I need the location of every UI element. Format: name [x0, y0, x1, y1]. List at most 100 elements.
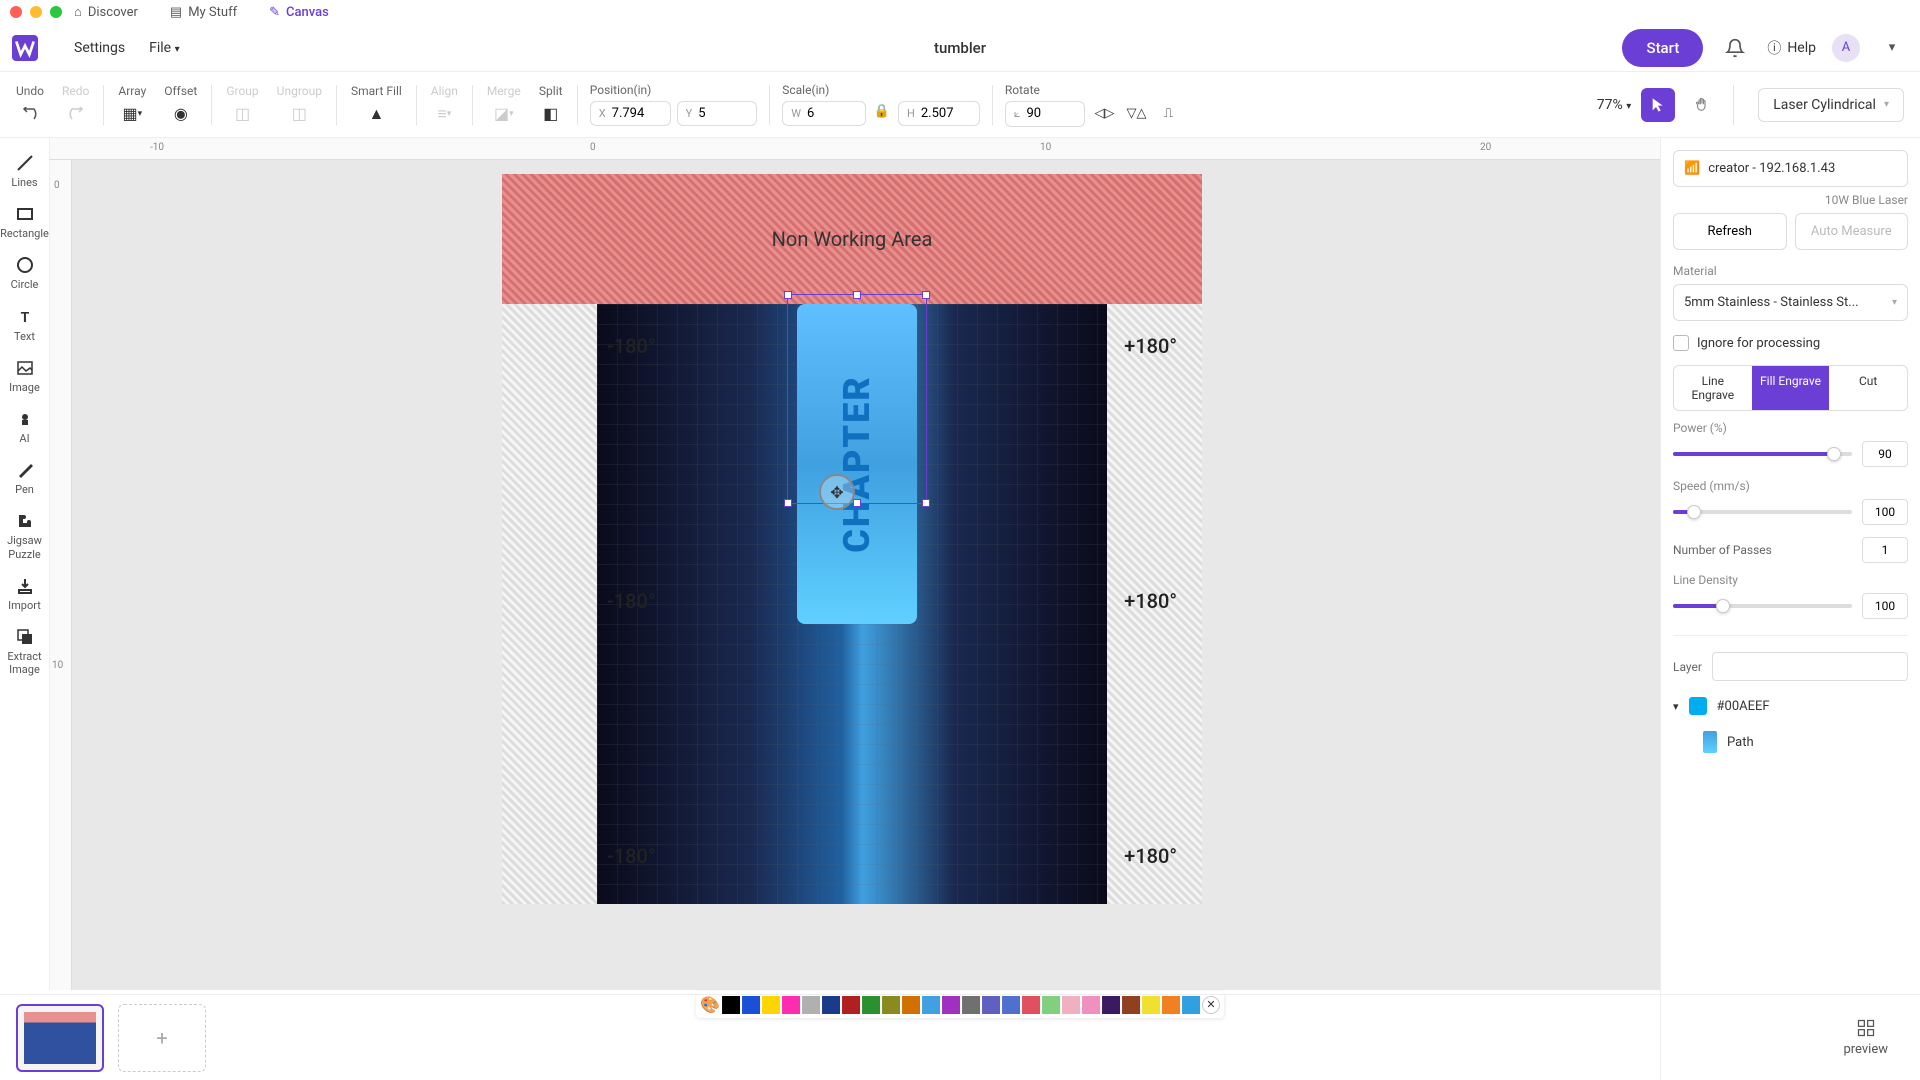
resize-handle-n[interactable]	[853, 291, 861, 299]
page-thumbnail-1[interactable]	[16, 1004, 104, 1072]
preview-button[interactable]: preview	[1827, 1010, 1904, 1065]
svg-text:T: T	[20, 310, 29, 326]
tool-pen[interactable]: Pen	[0, 453, 49, 504]
scale-w-input[interactable]	[807, 106, 857, 121]
speed-input[interactable]	[1862, 499, 1908, 525]
position-y-field[interactable]: Y	[677, 101, 758, 126]
resize-handle-nw[interactable]	[784, 291, 792, 299]
layer-item-path[interactable]: Path	[1673, 723, 1908, 761]
help-button[interactable]: ⓘHelp	[1767, 38, 1816, 58]
tab-canvas[interactable]: ✎Canvas	[255, 1, 343, 24]
tool-text[interactable]: TText	[0, 300, 49, 351]
resize-handle-se[interactable]	[922, 499, 930, 507]
document-title[interactable]: tumbler	[934, 39, 986, 57]
tab-discover[interactable]: ⌂Discover	[60, 0, 152, 24]
ruler-horizontal: -10 0 10 20	[50, 138, 1660, 160]
close-window[interactable]	[10, 6, 22, 18]
rotate-field[interactable]: ⟀	[1005, 101, 1086, 127]
camera-view: CHAPTER ✥	[597, 304, 1107, 904]
menu-file[interactable]: File ▾	[137, 34, 192, 62]
mode-cut[interactable]: Cut	[1829, 366, 1907, 410]
smart-fill-button[interactable]: Smart Fill▲	[343, 80, 410, 130]
tool-rectangle[interactable]: Rectangle	[0, 197, 49, 248]
align-baseline-button[interactable]: ⎍	[1155, 101, 1181, 127]
resize-handle-ne[interactable]	[922, 291, 930, 299]
passes-input[interactable]	[1862, 537, 1908, 563]
passes-label: Number of Passes	[1673, 543, 1772, 557]
position-y-input[interactable]	[698, 106, 748, 121]
select-mode-button[interactable]	[1641, 88, 1675, 122]
flip-vertical-button[interactable]: ▽△	[1123, 101, 1149, 127]
zoom-controls: 77% ▾ Laser Cylindrical▾	[1597, 85, 1912, 125]
position-x-input[interactable]	[612, 106, 662, 121]
density-label: Line Density	[1673, 573, 1908, 587]
merge-button: Merge◪ ▾	[479, 80, 529, 130]
undo-button[interactable]: Undo	[8, 80, 52, 130]
canvas[interactable]: Non Working Area CHAPTER ✥ -180° +180° -…	[72, 160, 1660, 990]
pan-mode-button[interactable]	[1685, 88, 1719, 122]
auto-measure-button: Auto Measure	[1795, 213, 1909, 250]
app-logo[interactable]	[12, 35, 38, 61]
position-controls: Position(in) X Y	[584, 79, 764, 130]
density-slider[interactable]	[1673, 604, 1852, 608]
lock-aspect-icon[interactable]: 🔒	[872, 101, 892, 121]
ignore-checkbox-row[interactable]: Ignore for processing	[1673, 335, 1908, 351]
degree-label: +180°	[1124, 334, 1177, 358]
layer-color-row[interactable]: ▾ #00AEEF	[1673, 689, 1908, 723]
scale-h-input[interactable]	[921, 106, 971, 121]
speed-slider[interactable]	[1673, 510, 1852, 514]
path-thumbnail-icon	[1703, 731, 1717, 753]
tab-my-stuff[interactable]: ▤My Stuff	[156, 1, 251, 24]
tool-jigsaw[interactable]: Jigsaw Puzzle	[0, 504, 49, 568]
mode-line-engrave[interactable]: Line Engrave	[1674, 366, 1752, 410]
ungroup-button: Ungroup◫	[269, 80, 330, 130]
split-button[interactable]: Split◧	[531, 80, 571, 130]
folder-icon: ▤	[170, 5, 182, 20]
tool-import[interactable]: Import	[0, 569, 49, 620]
power-slider[interactable]	[1673, 452, 1852, 456]
position-x-field[interactable]: X	[590, 101, 671, 126]
offset-button[interactable]: Offset◉	[156, 80, 205, 130]
mode-fill-engrave[interactable]: Fill Engrave	[1752, 366, 1830, 410]
device-selector[interactable]: 📶creator - 192.168.1.43	[1673, 150, 1908, 187]
flip-horizontal-button[interactable]: ◁▷	[1091, 101, 1117, 127]
ignore-checkbox[interactable]	[1673, 335, 1689, 351]
machine-mode-select[interactable]: Laser Cylindrical▾	[1758, 88, 1904, 122]
layer-name-input[interactable]	[1712, 652, 1908, 681]
tool-circle[interactable]: Circle	[0, 248, 49, 299]
scale-h-field[interactable]: H	[898, 101, 980, 126]
tool-lines[interactable]: Lines	[0, 146, 49, 197]
material-select[interactable]: 5mm Stainless - Stainless St...▾	[1673, 284, 1908, 321]
layer-color-swatch[interactable]	[1689, 697, 1707, 715]
tool-ai[interactable]: AI	[0, 402, 49, 453]
minimize-window[interactable]	[30, 6, 42, 18]
resize-handle-sw[interactable]	[784, 499, 792, 507]
notifications-icon[interactable]	[1719, 32, 1751, 64]
left-toolbar: Lines Rectangle Circle TText Image AI Pe…	[0, 138, 50, 990]
chevron-down-icon[interactable]: ▾	[1876, 32, 1908, 64]
density-input[interactable]	[1862, 593, 1908, 619]
power-label: Power (%)	[1673, 421, 1908, 435]
zoom-value[interactable]: 77% ▾	[1597, 97, 1632, 113]
array-button[interactable]: Array▦ ▾	[110, 80, 154, 130]
degree-label: -180°	[607, 589, 656, 613]
scale-w-field[interactable]: W	[782, 101, 866, 126]
refresh-button[interactable]: Refresh	[1673, 213, 1787, 250]
wifi-icon: 📶	[1684, 161, 1700, 176]
degree-label: +180°	[1124, 589, 1177, 613]
redo-button: Redo	[54, 80, 97, 130]
power-input[interactable]	[1862, 441, 1908, 467]
home-icon: ⌂	[74, 4, 82, 20]
chevron-down-icon[interactable]: ▾	[1673, 700, 1679, 713]
tool-image[interactable]: Image	[0, 351, 49, 402]
grid-icon	[1856, 1018, 1876, 1038]
user-avatar[interactable]: A	[1832, 34, 1860, 62]
menu-settings[interactable]: Settings	[62, 34, 137, 62]
resize-handle-s[interactable]	[853, 499, 861, 507]
add-page-button[interactable]: +	[118, 1004, 206, 1072]
tool-extract-image[interactable]: Extract Image	[0, 620, 49, 684]
selection-box[interactable]	[787, 294, 927, 504]
non-working-area: Non Working Area	[502, 174, 1202, 304]
rotate-input[interactable]	[1026, 106, 1076, 121]
start-button[interactable]: Start	[1622, 29, 1703, 67]
